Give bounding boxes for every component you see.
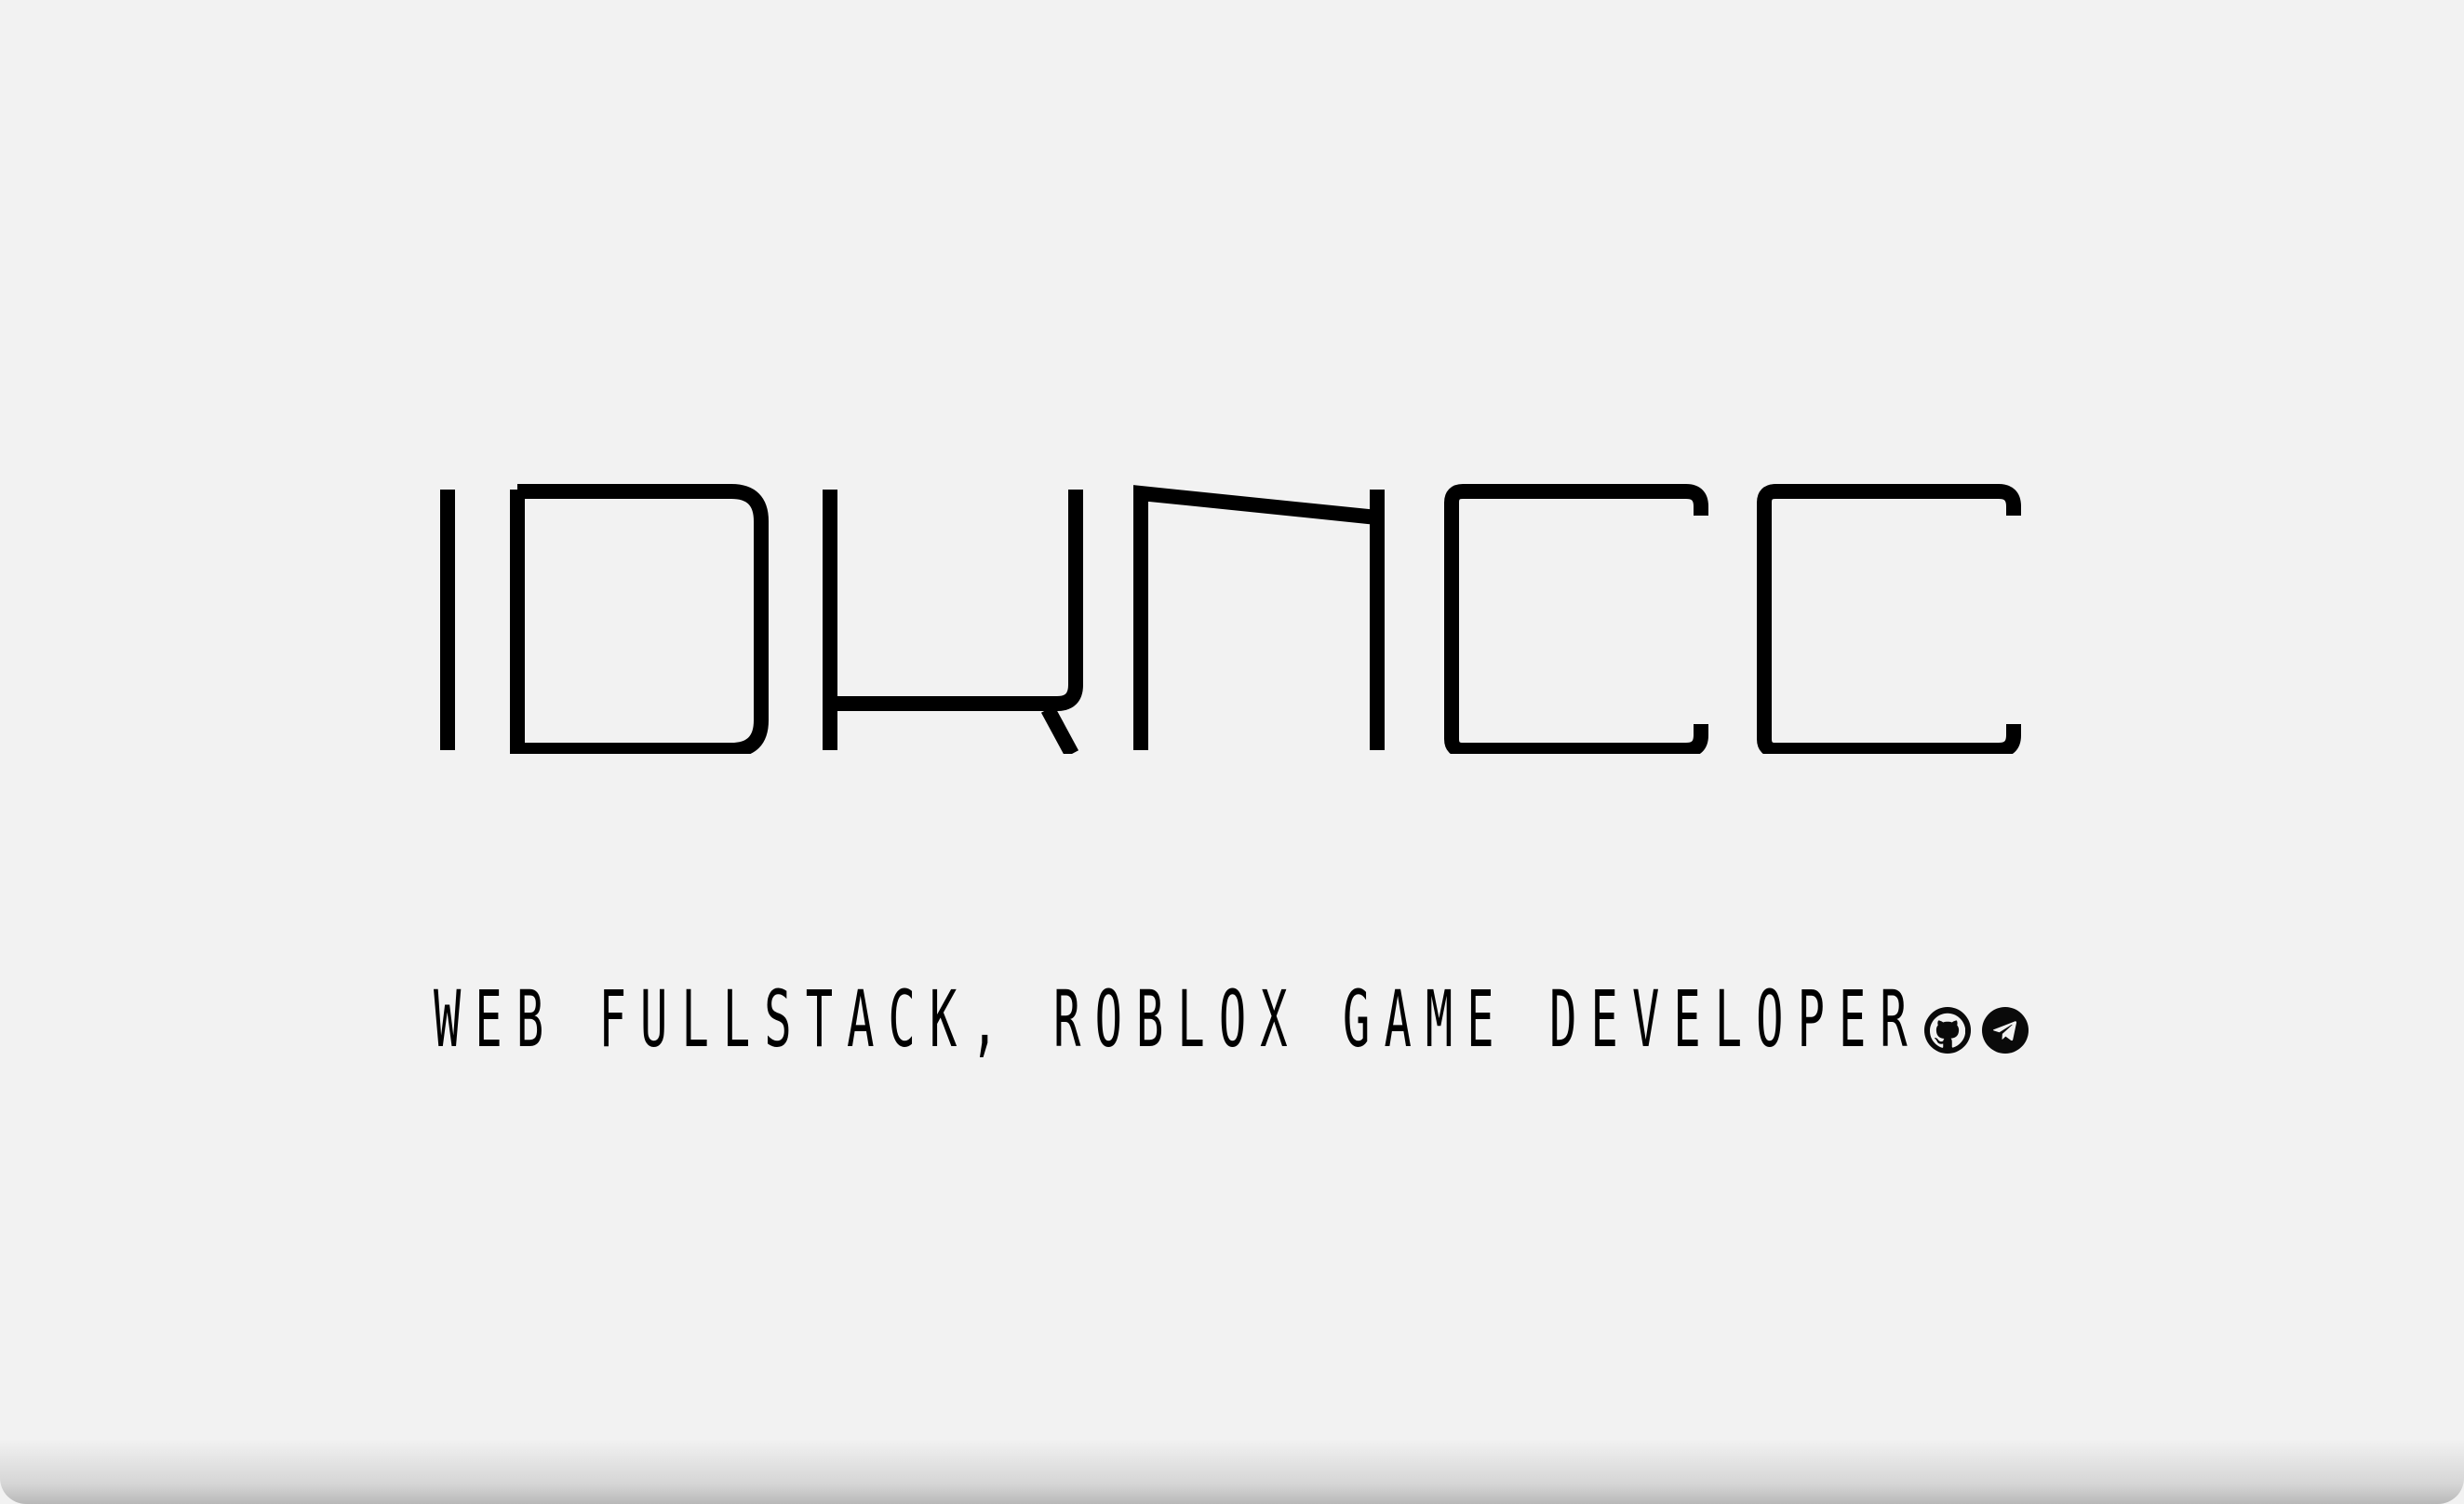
telegram-icon (1993, 1021, 2017, 1041)
logo-wordmark (440, 484, 2021, 754)
logo-letter-k (823, 490, 1083, 754)
github-link[interactable] (1924, 1007, 1971, 1054)
logo-letter-c2 (1757, 484, 2021, 754)
hero-tagline-wrap: WEB FULLSTACK, ROBLOX GAME DEVELOPER (434, 968, 1908, 1070)
bottom-shadow (0, 1439, 2464, 1504)
hero-tagline: WEB FULLSTACK, ROBLOX GAME DEVELOPER (434, 974, 1922, 1065)
logo-letter-d (510, 484, 769, 754)
logo-letter-n (1133, 485, 1385, 750)
page: IDKNCC WEB FULLSTACK, ROBLOX GAME DEVELO… (0, 0, 2464, 1504)
site-logo: IDKNCC (434, 484, 2034, 754)
telegram-link[interactable] (1982, 1007, 2029, 1054)
github-icon (1930, 1013, 1965, 1048)
social-links (1924, 1005, 2029, 1055)
logo-letter-c1 (1444, 484, 1708, 754)
